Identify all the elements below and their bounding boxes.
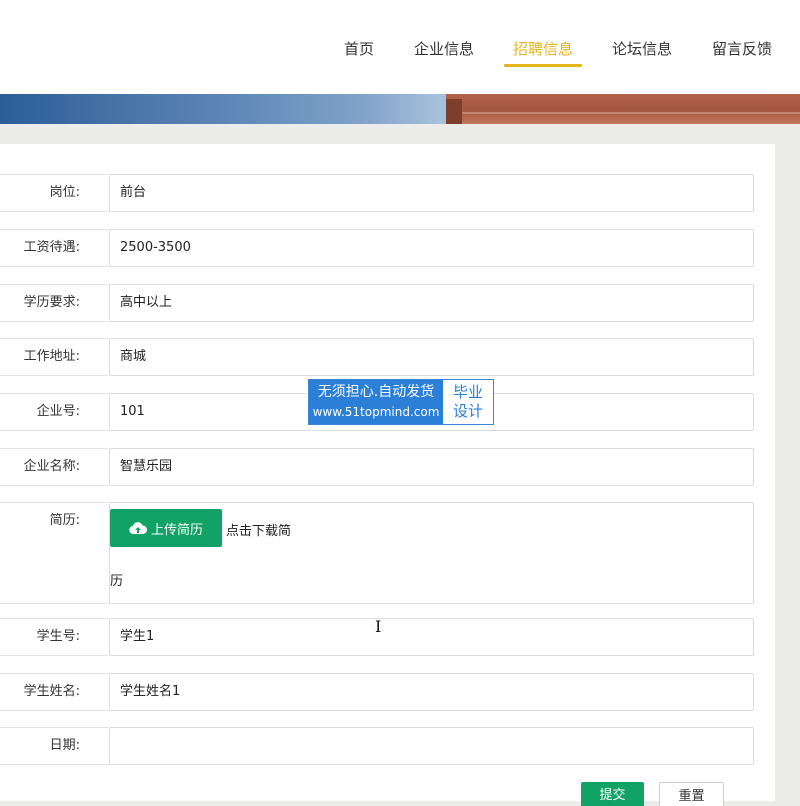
nav-item-label: 招聘信息 <box>513 40 574 58</box>
watermark-right2: 设计 <box>452 402 483 420</box>
education-field[interactable]: 高中以上 <box>109 284 754 322</box>
label-company-name: 企业名称: <box>0 448 108 486</box>
watermark-line1: 无须担心.自动发货 <box>317 384 435 400</box>
label-resume: 简历: <box>0 502 108 604</box>
label-work-address: 工作地址: <box>0 338 108 376</box>
label-student-name: 学生姓名: <box>0 673 108 711</box>
label-date: 日期: <box>0 727 108 765</box>
nav-item-home[interactable]: 首页 <box>344 38 374 59</box>
nav-item-company-info[interactable]: 企业信息 <box>414 38 474 59</box>
nav-item-label: 首页 <box>344 40 375 58</box>
nav-active-indicator <box>504 64 583 67</box>
date-field[interactable] <box>109 727 754 765</box>
company-name-field[interactable]: 智慧乐园 <box>109 448 754 486</box>
label-company-id: 企业号: <box>0 393 108 431</box>
watermark-right1: 毕业 <box>452 383 483 401</box>
nav-item-feedback[interactable]: 留言反馈 <box>712 38 772 59</box>
position-field[interactable]: 前台 <box>109 174 754 212</box>
text-cursor-icon: I <box>375 617 382 636</box>
student-name-field[interactable]: 学生姓名1 <box>109 673 754 711</box>
download-resume-link-continued[interactable]: 历 <box>110 570 123 589</box>
cloud-upload-icon <box>129 522 147 535</box>
submit-button[interactable]: 提交 <box>581 782 644 806</box>
download-resume-link[interactable]: 点击下载简 <box>226 520 291 539</box>
watermark-line2: www.51topmind.com <box>312 405 440 419</box>
nav-item-forum[interactable]: 论坛信息 <box>612 38 672 59</box>
upload-resume-button[interactable]: 上传简历 <box>110 509 222 547</box>
watermark-right: 毕业 设计 <box>443 380 493 424</box>
nav-item-recruitment[interactable]: 招聘信息 <box>504 38 583 67</box>
label-position: 岗位: <box>0 174 108 212</box>
reset-button[interactable]: 重置 <box>659 782 724 806</box>
banner-building-stripe <box>462 112 800 114</box>
work-address-field[interactable]: 商城 <box>109 338 754 376</box>
nav-item-label: 企业信息 <box>414 40 475 58</box>
student-id-field[interactable]: 学生1 <box>109 618 754 656</box>
label-education: 学历要求: <box>0 284 108 322</box>
resume-upload-area: 上传简历 点击下载简 历 <box>109 502 754 604</box>
upload-resume-label: 上传简历 <box>150 522 203 538</box>
banner-building <box>446 94 800 124</box>
watermark-left: 无须担心.自动发货 www.51topmind.com <box>309 380 443 424</box>
banner-image <box>0 94 800 124</box>
top-header: 首页 企业信息 招聘信息 论坛信息 留言反馈 <box>0 0 800 94</box>
banner-building-edge <box>446 99 462 124</box>
label-student-id: 学生号: <box>0 618 108 656</box>
salary-field[interactable]: 2500-3500 <box>109 229 754 267</box>
nav-item-label: 留言反馈 <box>712 40 773 58</box>
nav-item-label: 论坛信息 <box>612 40 673 58</box>
label-salary: 工资待遇: <box>0 229 108 267</box>
watermark-badge: 无须担心.自动发货 www.51topmind.com 毕业 设计 <box>308 379 494 425</box>
